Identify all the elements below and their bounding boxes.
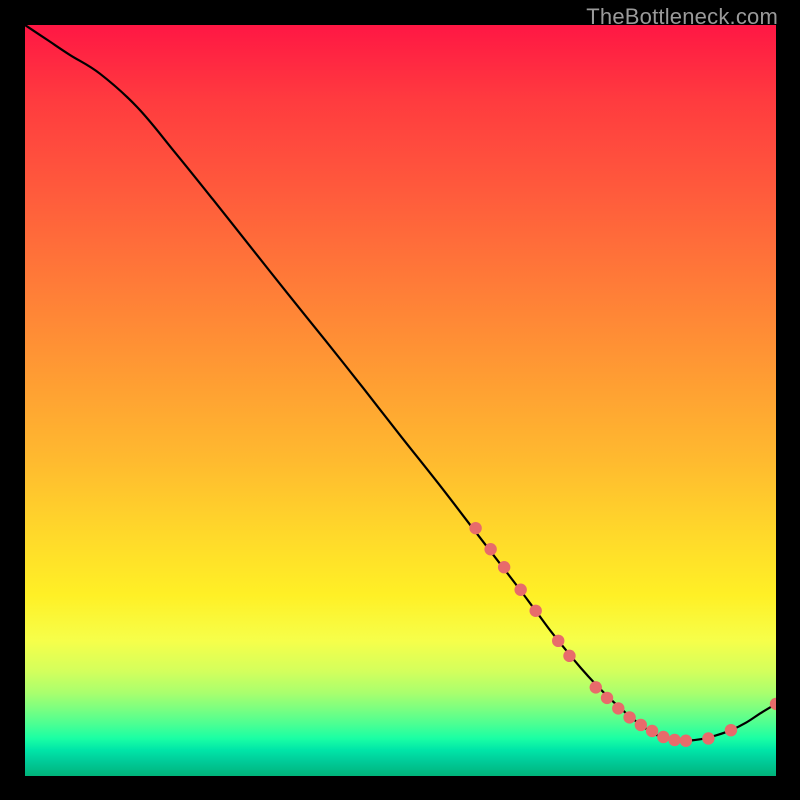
marker-dot (601, 692, 613, 704)
marker-dot (469, 522, 481, 534)
marker-dot (590, 681, 602, 693)
marker-dot (702, 732, 714, 744)
chart-frame: TheBottleneck.com (0, 0, 800, 800)
marker-dot (552, 635, 564, 647)
marker-dot (498, 561, 510, 573)
marker-dot (514, 584, 526, 596)
marker-dot (646, 725, 658, 737)
marker-dot (635, 719, 647, 731)
marker-dots (469, 522, 776, 747)
marker-dot (657, 731, 669, 743)
marker-dot (668, 734, 680, 746)
marker-dot (612, 702, 624, 714)
plot-area (25, 25, 776, 776)
marker-dot (529, 605, 541, 617)
marker-dot (484, 543, 496, 555)
marker-dot (680, 735, 692, 747)
chart-svg (25, 25, 776, 776)
bottleneck-curve (25, 25, 776, 741)
marker-dot (563, 650, 575, 662)
marker-dot (623, 711, 635, 723)
marker-dot (725, 724, 737, 736)
